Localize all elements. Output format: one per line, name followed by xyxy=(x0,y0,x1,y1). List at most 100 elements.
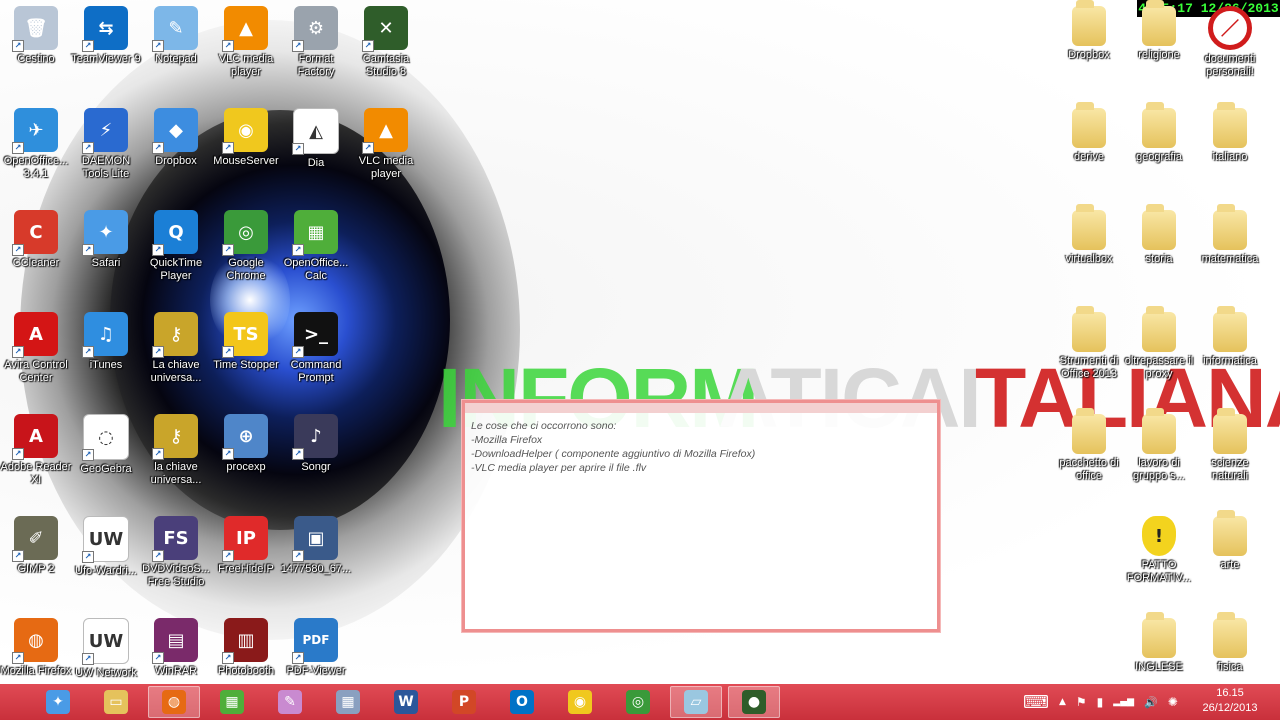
geogebra-icon: ◌ ↗ xyxy=(82,414,129,461)
desktop-folder-religione[interactable]: religione xyxy=(1123,0,1195,62)
touch-keyboard-icon[interactable]: ⌨ xyxy=(1023,692,1049,713)
taskbar-safari-button[interactable]: ✦ xyxy=(32,686,84,718)
desktop-folder-informatica[interactable]: informatica xyxy=(1194,306,1266,368)
taskbar-calculator-button[interactable]: ▦ xyxy=(322,686,374,718)
desktop-icon-vlc[interactable]: ▲ ↗ VLC media player xyxy=(350,108,422,181)
desktop-icon-winrar[interactable]: ▤ ↗ WinRAR xyxy=(140,618,212,678)
desktop-icon-uw-network[interactable]: UW ↗ UW Network xyxy=(70,618,142,680)
desktop-icon-safari[interactable]: ✦ ↗ Safari xyxy=(70,210,142,270)
note-line: -DownloadHelper ( componente aggiuntivo … xyxy=(471,448,756,460)
desktop-icon-label: OpenOffice... 3.4.1 xyxy=(3,155,69,180)
desktop-folder-oltrepassare-il-proxy[interactable]: oltrepassare il proxy xyxy=(1123,306,1195,381)
desktop-folder-documenti-personali[interactable]: ／ documenti personali! xyxy=(1194,6,1266,79)
shortcut-arrow-icon: ↗ xyxy=(292,652,304,664)
desktop-folder-scienze-naturali[interactable]: scienze naturali xyxy=(1194,408,1266,483)
desktop-icon-key[interactable]: ⚷ ↗ La chiave universa... xyxy=(140,312,212,385)
desktop-folder-strumenti-di-office-2013[interactable]: Strumenti di Office 2013 xyxy=(1053,306,1125,381)
shortcut-arrow-icon: ↗ xyxy=(12,448,24,460)
desktop-icon-image-file[interactable]: ▣ ↗ 1477580_67... xyxy=(280,516,352,576)
desktop-icon-procexp[interactable]: ⊕ ↗ procexp xyxy=(210,414,282,474)
desktop-folder-pacchetto-di-office[interactable]: pacchetto di office xyxy=(1053,408,1125,483)
taskbar-powerpoint-button[interactable]: P xyxy=(438,686,490,718)
desktop-folder-italiano[interactable]: italiano xyxy=(1194,102,1266,164)
taskbar-outlook-button[interactable]: O xyxy=(496,686,548,718)
word-icon: W xyxy=(394,690,418,714)
desktop-icon-dvdvideosoft[interactable]: FS ↗ DVDVideoS... Free Studio xyxy=(140,516,212,589)
desktop-icon-label: lavoro di gruppo s... xyxy=(1133,457,1185,482)
desktop-folder-patto-formativ[interactable]: ! PATTO FORMATIV... xyxy=(1123,516,1195,585)
desktop-icon-dia[interactable]: ◭ ↗ Dia xyxy=(280,108,352,170)
desktop-icon-label: virtualbox xyxy=(1065,253,1113,265)
desktop-icon-label: TeamViewer 9 xyxy=(71,53,141,65)
desktop-icon-adobe-reader[interactable]: A ↗ Adobe Reader XI xyxy=(0,414,72,487)
powerpoint-icon: P xyxy=(452,690,476,714)
action-center-flag-icon[interactable]: ⚑ xyxy=(1076,695,1087,709)
taskbar-mouseserver-button[interactable]: ◉ xyxy=(554,686,606,718)
network-icon[interactable]: ▂▄▆ xyxy=(1113,697,1134,707)
desktop-folder-fisica[interactable]: fisica xyxy=(1194,612,1266,674)
desktop-icon-key[interactable]: ⚷ ↗ la chiave universa... xyxy=(140,414,212,487)
desktop-icon-time-stopper[interactable]: TS ↗ Time Stopper xyxy=(210,312,282,372)
paint-icon: ✎ xyxy=(278,690,302,714)
desktop-icon-chrome[interactable]: ◎ ↗ Google Chrome xyxy=(210,210,282,283)
taskbar-chrome-button[interactable]: ◎ xyxy=(612,686,664,718)
volume-icon[interactable]: 🔊 xyxy=(1144,696,1158,709)
note-body[interactable]: Le cose che ci occorrono sono: -Mozilla … xyxy=(465,413,937,481)
note-title-bar[interactable] xyxy=(465,403,937,413)
desktop-icon-label: Photobooth xyxy=(217,665,275,677)
desktop-icon-openoffice[interactable]: ✈ ↗ OpenOffice... 3.4.1 xyxy=(0,108,72,181)
desktop-folder-inglese[interactable]: INGLESE xyxy=(1123,612,1195,674)
desktop-icon-ccleaner[interactable]: C ↗ CCleaner xyxy=(0,210,72,270)
desktop-icon-pdf-viewer[interactable]: PDF ↗ PDF-Viewer xyxy=(280,618,352,678)
desktop-icon-command-prompt[interactable]: >_ ↗ Command Prompt xyxy=(280,312,352,385)
desktop-icon-notepad[interactable]: ✎ ↗ Notepad xyxy=(140,6,212,66)
shortcut-arrow-icon: ↗ xyxy=(152,448,164,460)
taskbar-clock[interactable]: 16.15 26/12/2013 xyxy=(1190,686,1270,716)
desktop-folder-virtualbox[interactable]: virtualbox xyxy=(1053,204,1125,266)
show-hidden-icons-chevron-icon[interactable]: ▲ xyxy=(1059,697,1066,707)
shortcut-arrow-icon: ↗ xyxy=(12,550,24,562)
taskbar-openoffice-calc-button[interactable]: ▦ xyxy=(206,686,258,718)
desktop-icon-firefox[interactable]: ◍ ↗ Mozilla Firefox xyxy=(0,618,72,678)
desktop-icon-photobooth[interactable]: ▥ ↗ Photobooth xyxy=(210,618,282,678)
desktop-icon-songr[interactable]: ♪ ↗ Songr xyxy=(280,414,352,474)
desktop-icon-vlc[interactable]: ▲ ↗ VLC media player xyxy=(210,6,282,79)
desktop-folder-dropbox[interactable]: Dropbox xyxy=(1053,0,1125,62)
desktop-folder-geografia[interactable]: geografia xyxy=(1123,102,1195,164)
desktop-icon-teamviewer[interactable]: ⇆ ↗ TeamViewer 9 xyxy=(70,6,142,66)
desktop-icon-uw[interactable]: UW ↗ Ufo-Wardri... xyxy=(70,516,142,578)
taskbar-notes-app-button[interactable]: ▱ xyxy=(670,686,722,718)
desktop-icon-daemon-tools[interactable]: ⚡ ↗ DAEMON Tools Lite xyxy=(70,108,142,181)
taskbar-file-explorer-button[interactable]: ▭ xyxy=(90,686,142,718)
cloud-sync-icon[interactable]: ✺ xyxy=(1168,695,1178,709)
taskbar-camtasia-recorder-button[interactable]: ● xyxy=(728,686,780,718)
songr-icon: ♪ ↗ xyxy=(292,414,338,460)
desktop-icon-avira[interactable]: A ↗ Avira Control Center xyxy=(0,312,72,385)
shortcut-arrow-icon: ↗ xyxy=(222,244,234,256)
desktop-folder-arte[interactable]: arte xyxy=(1194,510,1266,572)
taskbar-word-button[interactable]: W xyxy=(380,686,432,718)
desktop-icon-gimp[interactable]: ✐ ↗ GIMP 2 xyxy=(0,516,72,576)
desktop-icon-itunes[interactable]: ♫ ↗ iTunes xyxy=(70,312,142,372)
desktop-folder-storia[interactable]: storia xyxy=(1123,204,1195,266)
desktop-folder-lavoro-di-gruppo-s[interactable]: lavoro di gruppo s... xyxy=(1123,408,1195,483)
desktop-icon-dropbox[interactable]: ◆ ↗ Dropbox xyxy=(140,108,212,168)
taskbar-firefox-button[interactable]: ◍ xyxy=(148,686,200,718)
desktop-icon-label: VLC media player xyxy=(218,53,274,78)
taskbar-paint-button[interactable]: ✎ xyxy=(264,686,316,718)
battery-icon[interactable]: ▮ xyxy=(1097,695,1104,709)
shortcut-arrow-icon: ↗ xyxy=(152,346,164,358)
desktop-icon-quicktime[interactable]: Q ↗ QuickTime Player xyxy=(140,210,212,283)
desktop-icon-geogebra[interactable]: ◌ ↗ GeoGebra xyxy=(70,414,142,476)
desktop-folder-matematica[interactable]: matematica xyxy=(1194,204,1266,266)
desktop-icon-mouseserver[interactable]: ◉ ↗ MouseServer xyxy=(210,108,282,168)
desktop-icon-recycle-bin[interactable]: 🗑 ↗ Cestino xyxy=(0,6,72,66)
desktop-icon-freehideip[interactable]: IP ↗ FreeHideIP xyxy=(210,516,282,576)
desktop-folder-derive[interactable]: derive xyxy=(1053,102,1125,164)
desktop-icon-openoffice-calc[interactable]: ▦ ↗ OpenOffice... Calc xyxy=(280,210,352,283)
taskbar-time: 16.15 xyxy=(1216,687,1244,699)
sticky-note-window[interactable]: Le cose che ci occorrono sono: -Mozilla … xyxy=(462,400,940,632)
shortcut-arrow-icon: ↗ xyxy=(82,346,94,358)
desktop-icon-format-factory[interactable]: ⚙ ↗ Format Factory xyxy=(280,6,352,79)
desktop-icon-camtasia[interactable]: ✕ ↗ Camtasia Studio 8 xyxy=(350,6,422,79)
